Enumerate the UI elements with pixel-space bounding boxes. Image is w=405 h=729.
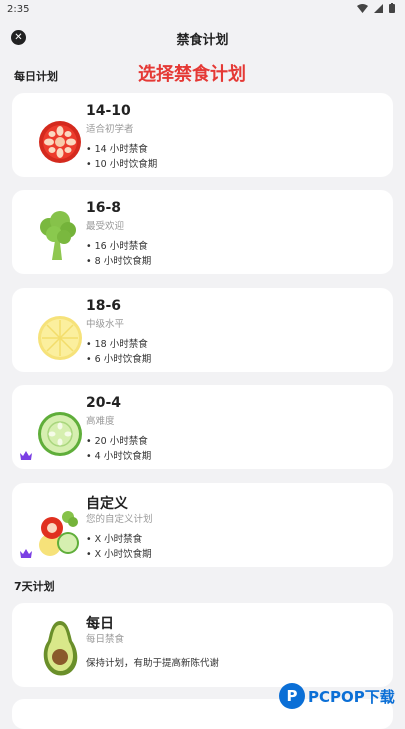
mixed-food-icon — [39, 511, 79, 556]
status-time: 2:35 — [7, 4, 30, 15]
plan-description: 保持计划，有助于提高新陈代谢 — [86, 658, 220, 669]
bullet-eating: 8 小时饮食期 — [86, 254, 152, 269]
page-title: 禁食计划 — [176, 33, 229, 48]
plan-subtitle: 高难度 — [86, 416, 115, 427]
plan-name: 20-4 — [86, 395, 122, 411]
bullet-fasting: 16 小时禁食 — [86, 239, 151, 254]
cucumber-icon — [38, 412, 82, 456]
plan-subtitle: 适合初学者 — [86, 124, 134, 135]
weekly-plan-card[interactable]: 每日 每日禁食 保持计划，有助于提高新陈代谢 — [12, 603, 393, 687]
plan-name: 16-8 — [86, 200, 122, 216]
avocado-icon — [43, 621, 78, 676]
plan-card-18-6[interactable]: 18-6 中级水平 18 小时禁食 6 小时饮食期 — [12, 288, 393, 372]
plan-name: 18-6 — [86, 298, 122, 314]
status-bar: 2:35 — [0, 0, 405, 20]
lemon-icon — [38, 316, 82, 360]
bullet-eating: X 小时饮食期 — [86, 547, 152, 562]
plan-subtitle: 您的自定义计划 — [86, 514, 153, 525]
section-title-weekly: 7天计划 — [14, 580, 55, 593]
plan-subtitle: 每日禁食 — [86, 634, 125, 645]
broccoli-icon — [40, 211, 76, 260]
watermark-text: PCPOP下载 — [308, 687, 395, 706]
plan-bullets: 16 小时禁食 8 小时饮食期 — [86, 239, 152, 269]
plan-card-20-4[interactable]: 20-4 高难度 20 小时禁食 4 小时饮食期 — [12, 385, 393, 469]
plan-bullets: X 小时禁食 X 小时饮食期 — [86, 532, 152, 562]
plan-name: 自定义 — [86, 496, 128, 512]
watermark: P PCPOP下载 — [279, 683, 395, 709]
battery-icon — [389, 3, 395, 13]
plan-card-custom[interactable]: 自定义 您的自定义计划 X 小时禁食 X 小时饮食期 — [12, 483, 393, 567]
bullet-fasting: 14 小时禁食 — [86, 142, 157, 157]
signal-icon — [374, 3, 383, 13]
status-icons — [357, 3, 395, 13]
annotation-label: 选择禁食计划 — [138, 64, 246, 85]
plan-subtitle: 最受欢迎 — [86, 221, 125, 232]
tomato-icon — [39, 121, 81, 163]
plan-card-16-8[interactable]: 16-8 最受欢迎 16 小时禁食 8 小时饮食期 — [12, 190, 393, 274]
crown-icon — [20, 549, 32, 558]
bullet-fasting: 20 小时禁食 — [86, 434, 151, 449]
plan-bullets: 20 小时禁食 4 小时饮食期 — [86, 434, 152, 464]
crown-icon — [20, 451, 32, 460]
section-title-daily: 每日计划 — [14, 70, 58, 83]
plan-name: 每日 — [86, 616, 114, 632]
bullet-eating: 6 小时饮食期 — [86, 352, 152, 367]
wifi-icon — [357, 3, 368, 13]
bullet-eating: 10 小时饮食期 — [86, 157, 158, 172]
bullet-eating: 4 小时饮食期 — [86, 449, 152, 464]
bullet-fasting: X 小时禁食 — [86, 532, 152, 547]
plan-bullets: 18 小时禁食 6 小时饮食期 — [86, 337, 152, 367]
bullet-fasting: 18 小时禁食 — [86, 337, 151, 352]
plan-bullets: 14 小时禁食 10 小时饮食期 — [86, 142, 158, 172]
plan-subtitle: 中级水平 — [86, 319, 125, 330]
plan-card-14-10[interactable]: 14-10 适合初学者 14 小时禁食 10 小时饮食期 — [12, 93, 393, 177]
watermark-logo-icon: P — [279, 683, 305, 709]
header: ✕ 禁食计划 — [0, 20, 405, 54]
plan-name: 14-10 — [86, 103, 131, 119]
